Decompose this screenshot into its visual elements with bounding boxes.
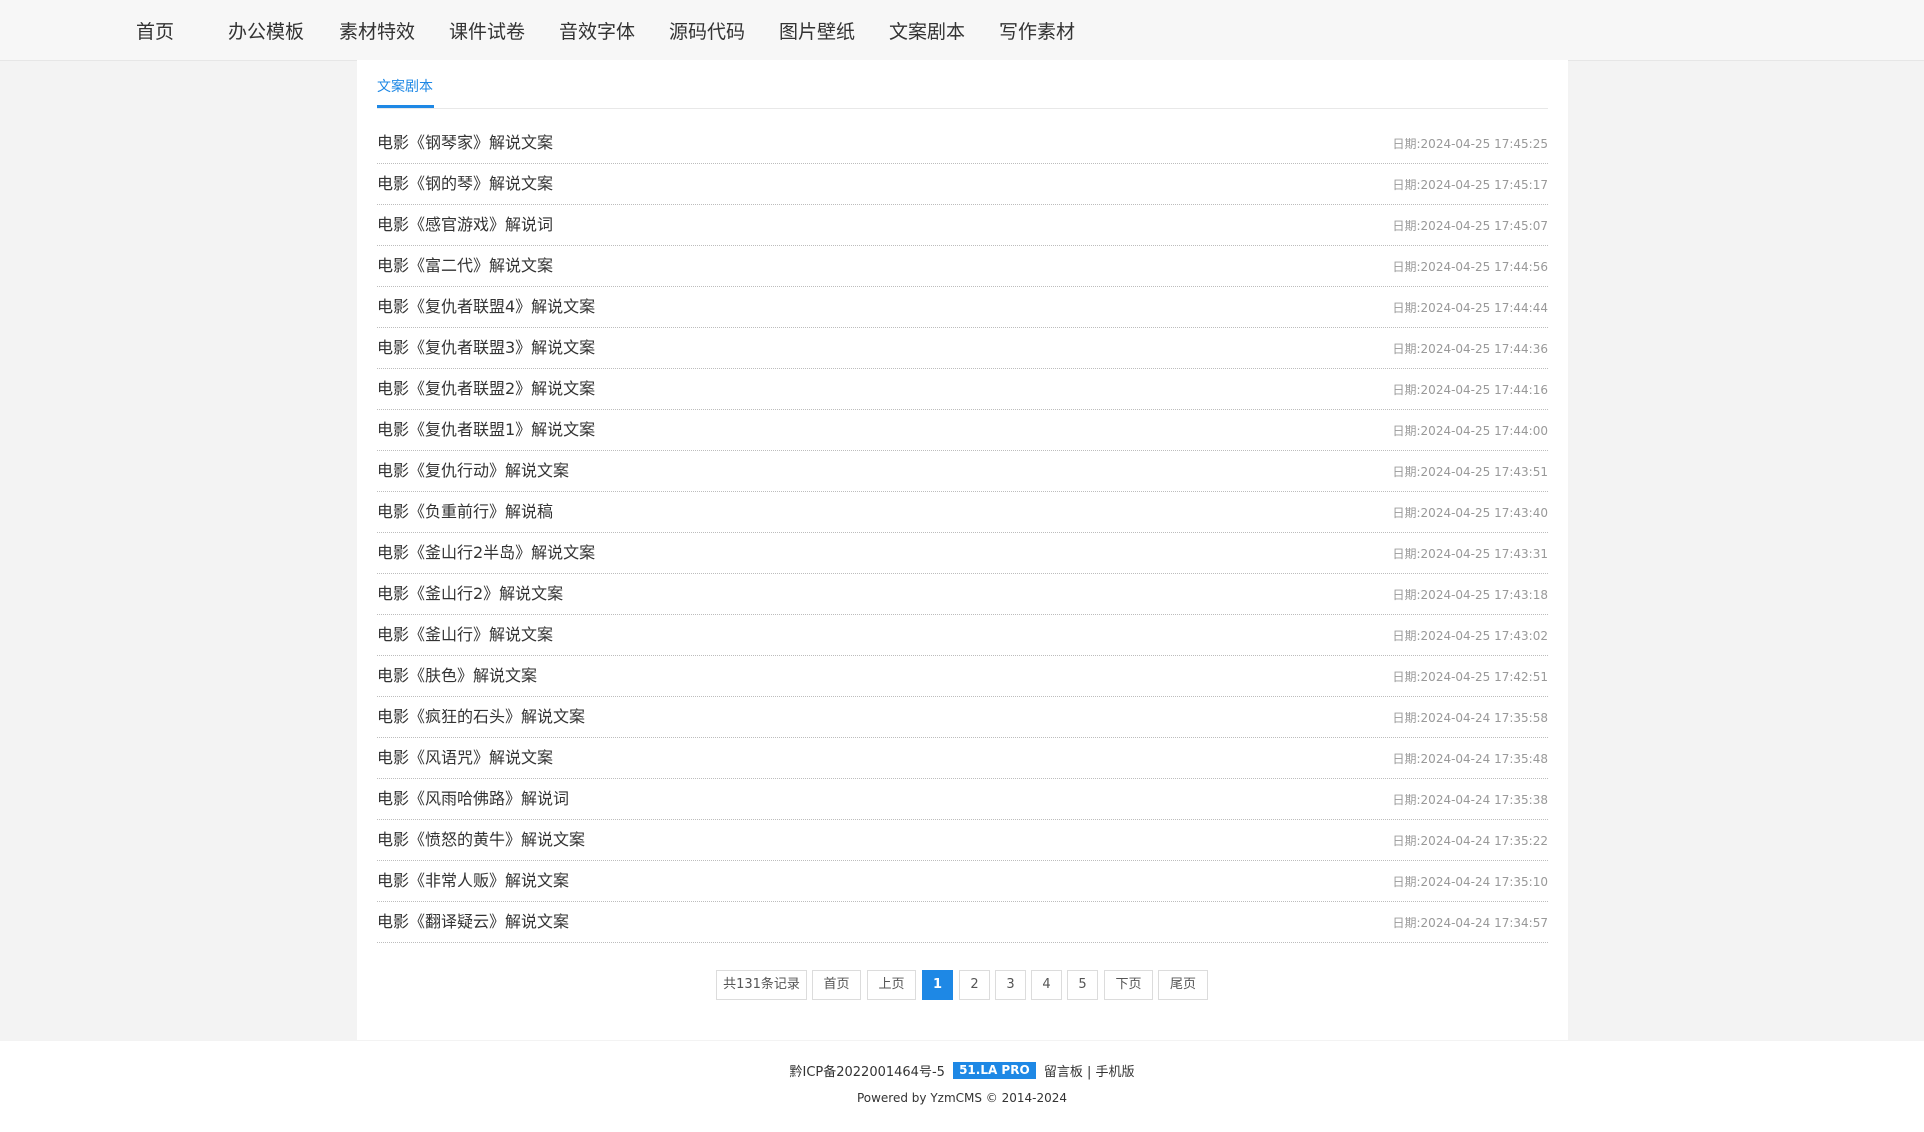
- article-date: 日期:2024-04-25 17:45:07: [1392, 219, 1549, 233]
- list-item: 电影《肤色》解说文案 日期:2024-04-25 17:42:51: [377, 656, 1548, 697]
- article-date: 日期:2024-04-25 17:42:51: [1392, 670, 1549, 684]
- pagination: 共131条记录 首页 上页 1 2 3 4 5 下页 尾页: [0, 970, 1924, 1000]
- article-title-link[interactable]: 电影《富二代》解说文案: [377, 256, 553, 276]
- list-item: 电影《疯狂的石头》解说文案 日期:2024-04-24 17:35:58: [377, 697, 1548, 738]
- nav-item-courseware[interactable]: 课件试卷: [449, 20, 525, 44]
- nav-item-source-code[interactable]: 源码代码: [669, 20, 745, 44]
- article-title-link[interactable]: 电影《疯狂的石头》解说文案: [377, 707, 585, 727]
- article-date: 日期:2024-04-25 17:44:16: [1392, 383, 1549, 397]
- top-nav: 首页 办公模板 素材特效 课件试卷 音效字体 源码代码 图片壁纸 文案剧本 写作…: [0, 0, 1924, 61]
- article-title-link[interactable]: 电影《复仇者联盟1》解说文案: [377, 420, 595, 440]
- article-title-link[interactable]: 电影《复仇者联盟3》解说文案: [377, 338, 595, 358]
- article-title-link[interactable]: 电影《风雨哈佛路》解说词: [377, 789, 569, 809]
- pagination-page-3[interactable]: 3: [995, 970, 1026, 1000]
- article-date: 日期:2024-04-25 17:43:18: [1392, 588, 1549, 602]
- mobile-link[interactable]: 手机版: [1096, 1065, 1135, 1080]
- list-item: 电影《钢琴家》解说文案 日期:2024-04-25 17:45:25: [377, 123, 1548, 164]
- list-item: 电影《复仇者联盟2》解说文案 日期:2024-04-25 17:44:16: [377, 369, 1548, 410]
- article-date: 日期:2024-04-24 17:35:22: [1392, 834, 1549, 848]
- list-item: 电影《感官游戏》解说词 日期:2024-04-25 17:45:07: [377, 205, 1548, 246]
- list-item: 电影《复仇者联盟1》解说文案 日期:2024-04-25 17:44:00: [377, 410, 1548, 451]
- section-divider: [377, 108, 1548, 109]
- article-date: 日期:2024-04-25 17:43:31: [1392, 547, 1549, 561]
- nav-item-office-templates[interactable]: 办公模板: [228, 20, 304, 44]
- article-date: 日期:2024-04-24 17:35:58: [1392, 711, 1549, 725]
- article-date: 日期:2024-04-25 17:45:17: [1392, 178, 1549, 192]
- article-title-link[interactable]: 电影《釜山行》解说文案: [377, 625, 553, 645]
- article-title-link[interactable]: 电影《愤怒的黄牛》解说文案: [377, 830, 585, 850]
- article-date: 日期:2024-04-25 17:45:25: [1392, 137, 1549, 151]
- tab-scripts[interactable]: 文案剧本: [377, 78, 433, 96]
- article-date: 日期:2024-04-25 17:44:44: [1392, 301, 1549, 315]
- pagination-first-button[interactable]: 首页: [812, 970, 861, 1000]
- article-date: 日期:2024-04-25 17:44:36: [1392, 342, 1549, 356]
- article-title-link[interactable]: 电影《复仇者联盟4》解说文案: [377, 297, 595, 317]
- list-item: 电影《愤怒的黄牛》解说文案 日期:2024-04-24 17:35:22: [377, 820, 1548, 861]
- article-title-link[interactable]: 电影《釜山行2》解说文案: [377, 584, 563, 604]
- article-date: 日期:2024-04-25 17:43:40: [1392, 506, 1549, 520]
- nav-item-writing[interactable]: 写作素材: [999, 20, 1075, 44]
- article-date: 日期:2024-04-24 17:35:48: [1392, 752, 1549, 766]
- article-date: 日期:2024-04-25 17:43:02: [1392, 629, 1549, 643]
- article-date: 日期:2024-04-24 17:34:57: [1392, 916, 1549, 930]
- nav-item-scripts[interactable]: 文案剧本: [889, 20, 965, 44]
- list-item: 电影《非常人贩》解说文案 日期:2024-04-24 17:35:10: [377, 861, 1548, 902]
- footer: 黔ICP备2022001464号-5 51.LA PRO 留言板 | 手机版 P…: [0, 1041, 1924, 1132]
- article-title-link[interactable]: 电影《钢的琴》解说文案: [377, 174, 553, 194]
- list-item: 电影《釜山行》解说文案 日期:2024-04-25 17:43:02: [377, 615, 1548, 656]
- nav-item-wallpapers[interactable]: 图片壁纸: [779, 20, 855, 44]
- pagination-total: 共131条记录: [716, 970, 807, 1000]
- pagination-next-button[interactable]: 下页: [1104, 970, 1153, 1000]
- article-date: 日期:2024-04-24 17:35:10: [1392, 875, 1549, 889]
- pagination-page-4[interactable]: 4: [1031, 970, 1062, 1000]
- list-item: 电影《复仇行动》解说文案 日期:2024-04-25 17:43:51: [377, 451, 1548, 492]
- list-item: 电影《风语咒》解说文案 日期:2024-04-24 17:35:48: [377, 738, 1548, 779]
- nav-item-effects[interactable]: 素材特效: [339, 20, 415, 44]
- guestbook-link[interactable]: 留言板: [1044, 1065, 1083, 1080]
- article-title-link[interactable]: 电影《复仇行动》解说文案: [377, 461, 569, 481]
- pagination-prev-button[interactable]: 上页: [867, 970, 916, 1000]
- article-title-link[interactable]: 电影《复仇者联盟2》解说文案: [377, 379, 595, 399]
- pagination-last-button[interactable]: 尾页: [1158, 970, 1208, 1000]
- nav-item-sound-fonts[interactable]: 音效字体: [559, 20, 635, 44]
- list-item: 电影《釜山行2半岛》解说文案 日期:2024-04-25 17:43:31: [377, 533, 1548, 574]
- article-title-link[interactable]: 电影《钢琴家》解说文案: [377, 133, 553, 153]
- article-date: 日期:2024-04-25 17:44:00: [1392, 424, 1549, 438]
- icp-link[interactable]: 黔ICP备2022001464号-5: [789, 1065, 944, 1080]
- nav-item-home[interactable]: 首页: [136, 20, 174, 44]
- article-title-link[interactable]: 电影《感官游戏》解说词: [377, 215, 553, 235]
- list-item: 电影《负重前行》解说稿 日期:2024-04-25 17:43:40: [377, 492, 1548, 533]
- list-item: 电影《釜山行2》解说文案 日期:2024-04-25 17:43:18: [377, 574, 1548, 615]
- pagination-page-5[interactable]: 5: [1067, 970, 1098, 1000]
- list-item: 电影《风雨哈佛路》解说词 日期:2024-04-24 17:35:38: [377, 779, 1548, 820]
- article-title-link[interactable]: 电影《负重前行》解说稿: [377, 502, 553, 522]
- article-title-link[interactable]: 电影《釜山行2半岛》解说文案: [377, 543, 595, 563]
- article-date: 日期:2024-04-25 17:44:56: [1392, 260, 1549, 274]
- list-item: 电影《翻译疑云》解说文案 日期:2024-04-24 17:34:57: [377, 902, 1548, 943]
- pagination-page-1[interactable]: 1: [922, 970, 953, 1000]
- article-title-link[interactable]: 电影《肤色》解说文案: [377, 666, 537, 686]
- article-title-link[interactable]: 电影《翻译疑云》解说文案: [377, 912, 569, 932]
- stats-badge[interactable]: 51.LA PRO: [953, 1062, 1036, 1079]
- footer-links: 黔ICP备2022001464号-5 51.LA PRO 留言板 | 手机版: [0, 1062, 1924, 1083]
- main-content: 文案剧本 电影《钢琴家》解说文案 日期:2024-04-25 17:45:25 电…: [357, 60, 1568, 1040]
- list-item: 电影《富二代》解说文案 日期:2024-04-25 17:44:56: [377, 246, 1548, 287]
- article-title-link[interactable]: 电影《风语咒》解说文案: [377, 748, 553, 768]
- footer-separator: |: [1086, 1065, 1092, 1080]
- article-list: 电影《钢琴家》解说文案 日期:2024-04-25 17:45:25 电影《钢的琴…: [377, 123, 1548, 943]
- list-item: 电影《复仇者联盟3》解说文案 日期:2024-04-25 17:44:36: [377, 328, 1548, 369]
- article-title-link[interactable]: 电影《非常人贩》解说文案: [377, 871, 569, 891]
- article-date: 日期:2024-04-25 17:43:51: [1392, 465, 1549, 479]
- list-item: 电影《钢的琴》解说文案 日期:2024-04-25 17:45:17: [377, 164, 1548, 205]
- powered-by: Powered by YzmCMS © 2014-2024: [856, 1091, 1068, 1105]
- list-item: 电影《复仇者联盟4》解说文案 日期:2024-04-25 17:44:44: [377, 287, 1548, 328]
- pagination-page-2[interactable]: 2: [959, 970, 990, 1000]
- article-date: 日期:2024-04-24 17:35:38: [1392, 793, 1549, 807]
